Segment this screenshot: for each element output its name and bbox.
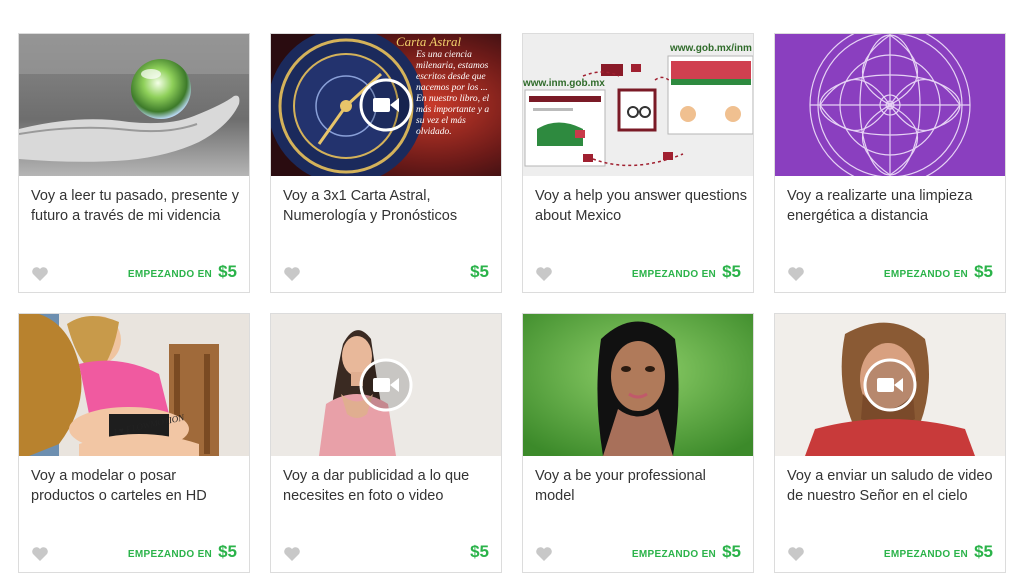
gig-thumbnail[interactable]: [523, 314, 753, 456]
price-info: EMPEZANDO EN $5: [128, 262, 237, 282]
video-play-icon[interactable]: [359, 358, 413, 412]
starting-at-label: EMPEZANDO EN: [883, 549, 969, 560]
gig-thumbnail[interactable]: [19, 34, 249, 176]
gig-title[interactable]: Voy a 3x1 Carta Astral, Numerología y Pr…: [283, 186, 495, 226]
price: $5: [218, 542, 237, 561]
gig-card[interactable]: Voy a leer tu pasado, presente y futuro …: [18, 33, 250, 293]
price: $5: [722, 262, 741, 281]
gig-thumbnail[interactable]: [271, 314, 501, 456]
gig-thumbnail[interactable]: [775, 34, 1005, 176]
heart-icon[interactable]: [31, 546, 49, 562]
gig-title[interactable]: Voy a help you answer questions about Me…: [535, 186, 747, 226]
gig-card[interactable]: www.inm.gob.mx www.gob.mx/inm Voy a help…: [522, 33, 754, 293]
heart-icon[interactable]: [787, 546, 805, 562]
price-info: EMPEZANDO EN $5: [632, 542, 741, 562]
price-info: $5: [464, 542, 489, 562]
heart-icon[interactable]: [283, 546, 301, 562]
starting-at-label: EMPEZANDO EN: [127, 549, 213, 560]
price: $5: [470, 542, 489, 561]
gig-thumbnail[interactable]: Carta Astral Es una ciencia milenaria, e…: [271, 34, 501, 176]
gig-title[interactable]: Voy a dar publicidad a lo que necesites …: [283, 466, 495, 506]
heart-icon[interactable]: [31, 266, 49, 282]
gig-thumbnail[interactable]: [775, 314, 1005, 456]
gig-card[interactable]: Carta Astral Es una ciencia milenaria, e…: [270, 33, 502, 293]
gig-title[interactable]: Voy a modelar o posar productos o cartel…: [31, 466, 243, 506]
heart-icon[interactable]: [535, 266, 553, 282]
video-play-icon[interactable]: [863, 358, 917, 412]
heart-icon[interactable]: [283, 266, 301, 282]
price: $5: [974, 542, 993, 561]
price-info: EMPEZANDO EN $5: [128, 542, 237, 562]
heart-icon[interactable]: [535, 546, 553, 562]
gig-card[interactable]: I ♥ FLOWMOTION Voy a modelar o posar pro…: [18, 313, 250, 573]
price: $5: [218, 262, 237, 281]
gig-card[interactable]: Voy a realizarte una limpieza energética…: [774, 33, 1006, 293]
price-info: EMPEZANDO EN $5: [884, 542, 993, 562]
video-play-icon[interactable]: [359, 78, 413, 132]
gig-card[interactable]: Voy a dar publicidad a lo que necesites …: [270, 313, 502, 573]
gig-title[interactable]: Voy a leer tu pasado, presente y futuro …: [31, 186, 243, 226]
price-info: EMPEZANDO EN $5: [884, 262, 993, 282]
price-info: EMPEZANDO EN $5: [632, 262, 741, 282]
heart-icon[interactable]: [787, 266, 805, 282]
price: $5: [722, 542, 741, 561]
image-url-left: www.inm.gob.mx: [523, 78, 605, 89]
price-info: $5: [464, 262, 489, 282]
starting-at-label: EMPEZANDO EN: [883, 269, 969, 280]
price: $5: [974, 262, 993, 281]
image-heading: Carta Astral: [396, 34, 462, 49]
gig-card[interactable]: Voy a be your professional model EMPEZAN…: [522, 313, 754, 573]
gig-title[interactable]: Voy a be your professional model: [535, 466, 747, 506]
gig-title[interactable]: Voy a enviar un saludo de video de nuest…: [787, 466, 999, 506]
gig-thumbnail[interactable]: I ♥ FLOWMOTION: [19, 314, 249, 456]
starting-at-label: EMPEZANDO EN: [631, 549, 717, 560]
price: $5: [470, 262, 489, 281]
gig-title[interactable]: Voy a realizarte una limpieza energética…: [787, 186, 999, 226]
starting-at-label: EMPEZANDO EN: [631, 269, 717, 280]
gig-card[interactable]: Voy a enviar un saludo de video de nuest…: [774, 313, 1006, 573]
starting-at-label: EMPEZANDO EN: [127, 269, 213, 280]
gig-thumbnail[interactable]: www.inm.gob.mx www.gob.mx/inm: [523, 34, 753, 176]
image-url-right: www.gob.mx/inm: [669, 43, 752, 54]
image-body-text: Es una ciencia milenaria, estamos escrit…: [416, 50, 490, 137]
